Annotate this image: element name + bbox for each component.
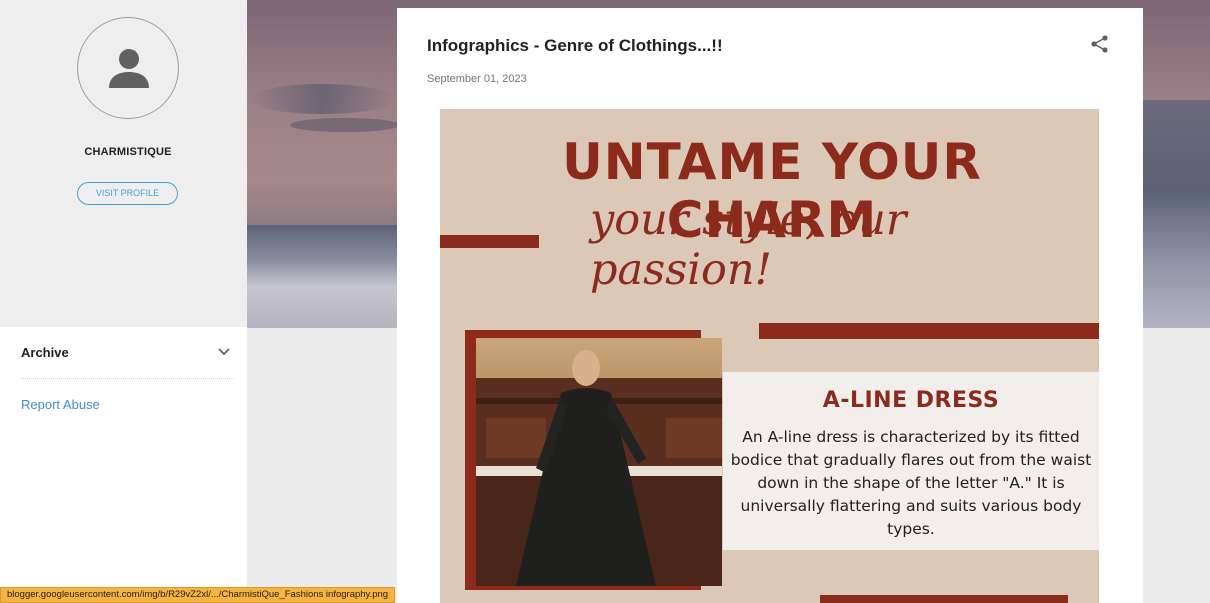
cloud bbox=[290, 118, 400, 132]
profile-name: CHARMISTIQUE bbox=[84, 146, 172, 158]
visit-profile-button[interactable]: VISIT PROFILE bbox=[77, 182, 178, 205]
decorative-bar bbox=[820, 595, 1068, 603]
post-date: September 01, 2023 bbox=[427, 73, 527, 85]
post-title[interactable]: Infographics - Genre of Clothings...!! bbox=[427, 36, 723, 56]
decorative-bar bbox=[440, 235, 539, 248]
post-image[interactable]: UNTAME YOUR CHARM your style, our passio… bbox=[440, 109, 1099, 603]
profile-section: CHARMISTIQUE VISIT PROFILE bbox=[0, 0, 247, 327]
dune bbox=[1143, 100, 1210, 328]
card-description: An A-line dress is characterized by its … bbox=[730, 428, 1092, 538]
decorative-bar bbox=[759, 323, 1099, 339]
dune bbox=[247, 225, 397, 328]
link-status-bar: blogger.googleusercontent.com/img/b/R29v… bbox=[0, 587, 396, 603]
page-background bbox=[1143, 328, 1210, 603]
avatar[interactable] bbox=[77, 17, 179, 119]
person-icon bbox=[109, 49, 149, 88]
archive-heading[interactable]: Archive bbox=[21, 345, 69, 360]
page-background bbox=[247, 328, 397, 603]
dress-photo-illustration bbox=[476, 350, 722, 586]
dress-photo bbox=[476, 338, 722, 586]
card-title: A-LINE DRESS bbox=[822, 388, 1000, 413]
sidebar: CHARMISTIQUE VISIT PROFILE Archive Repor… bbox=[0, 0, 247, 603]
infographic-tagline: your style, our passion! bbox=[590, 195, 907, 295]
report-abuse-link[interactable]: Report Abuse bbox=[21, 397, 100, 412]
share-icon[interactable] bbox=[1090, 34, 1110, 54]
info-card: A-LINE DRESS An A-line dress is characte… bbox=[723, 372, 1099, 550]
chevron-down-icon[interactable] bbox=[217, 347, 231, 357]
cloud bbox=[250, 84, 395, 114]
divider bbox=[21, 378, 234, 379]
